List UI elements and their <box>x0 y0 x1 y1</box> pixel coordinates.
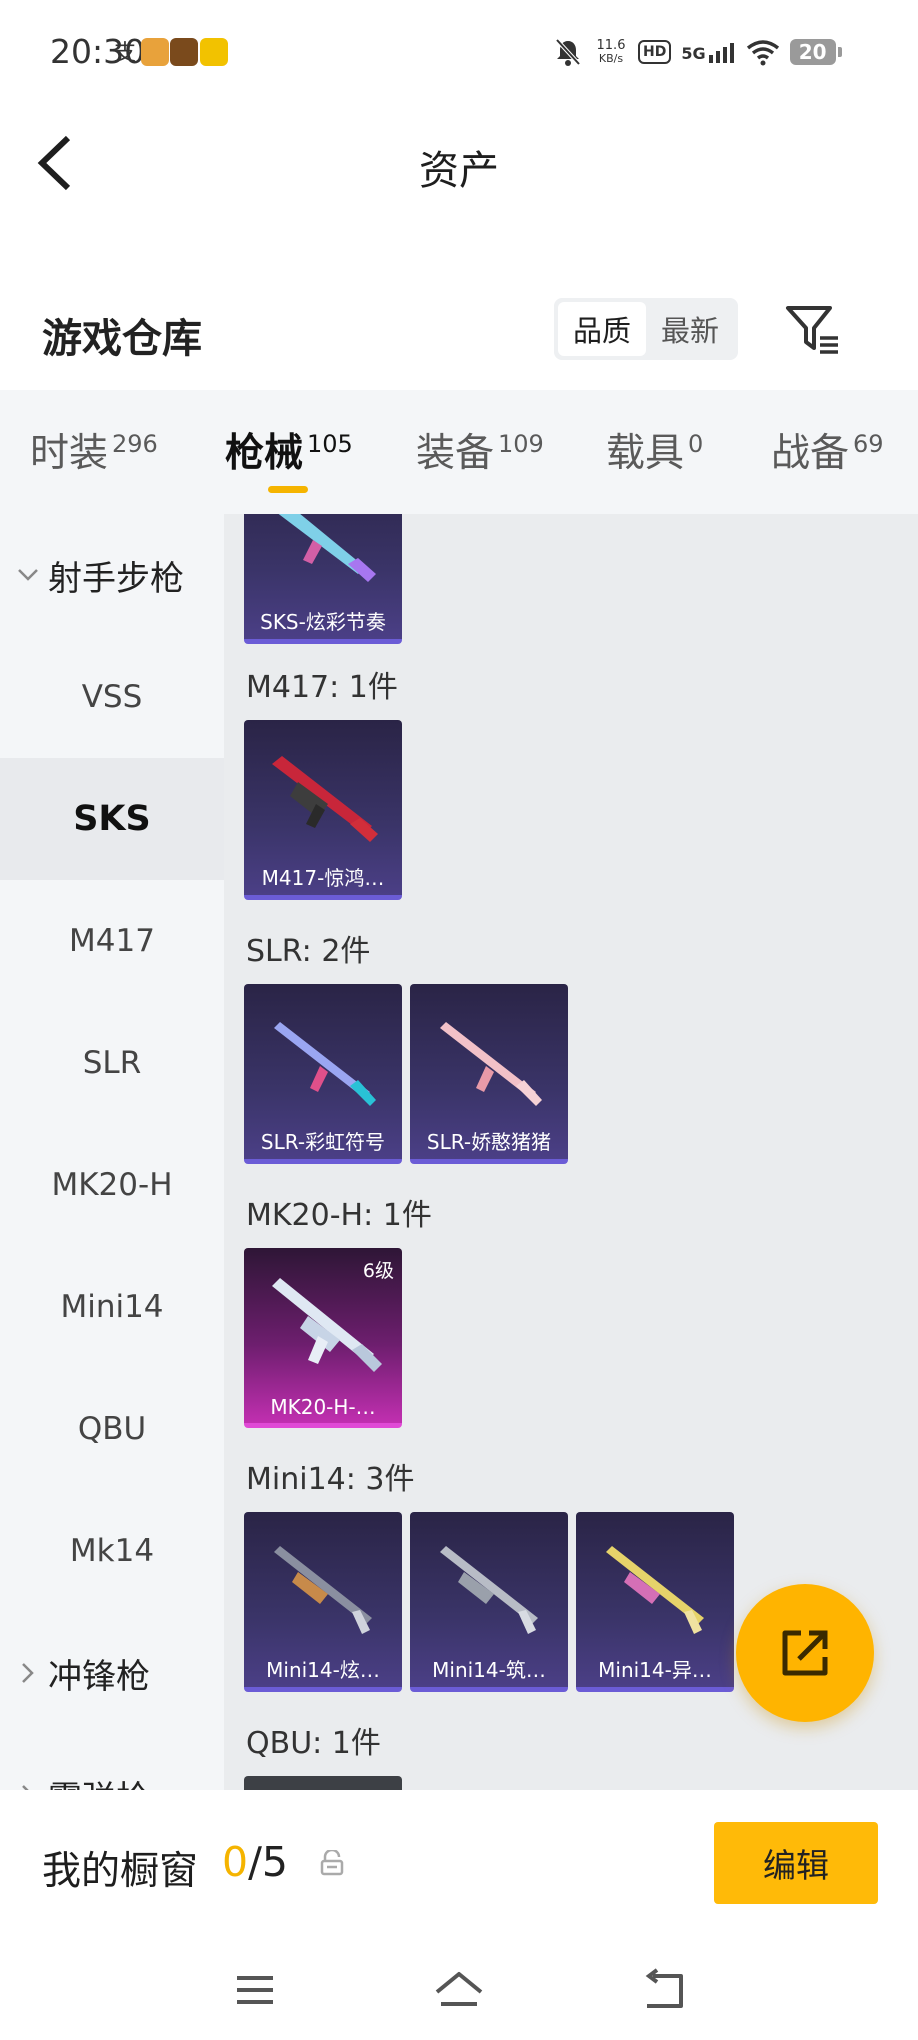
rifle-image <box>274 1022 376 1106</box>
menu-icon[interactable] <box>227 1962 283 2018</box>
app-notification-icon-2 <box>170 38 198 66</box>
tab-battle-gear[interactable]: 战备 69 <box>771 422 884 478</box>
hd-badge: HD <box>638 40 672 64</box>
filter-button[interactable] <box>784 302 840 358</box>
back-nav-icon[interactable] <box>637 1962 693 2018</box>
app-notification-icon-1 <box>141 38 169 66</box>
sidebar-item-mk14[interactable]: Mk14 <box>0 1490 224 1612</box>
sidebar-item-slr[interactable]: SLR <box>0 1002 224 1124</box>
skin-card[interactable]: Mini14-筑… <box>410 1512 568 1692</box>
active-tab-indicator <box>268 486 308 493</box>
page-title: 资产 <box>419 148 499 194</box>
tab-equipment[interactable]: 装备 109 <box>416 422 544 478</box>
lock-icon <box>320 1850 344 1876</box>
tab-costume[interactable]: 时装 296 <box>30 422 158 478</box>
tab-firearms[interactable]: 枪械 105 <box>225 422 353 478</box>
category-tabs: 时装 296 枪械 105 装备 109 载具 0 战备 69 <box>0 390 918 514</box>
warehouse-title: 游戏仓库 <box>42 316 202 362</box>
sidebar-item-mk20h[interactable]: MK20-H <box>0 1124 224 1246</box>
status-bar: 20:30 支 11.6 KB/s HD 5G 20 <box>0 0 918 104</box>
skin-card[interactable]: Mini14-异… <box>576 1512 734 1692</box>
sidebar-group-shotgun[interactable]: 霰弹枪 <box>16 1734 150 1790</box>
svg-text:支: 支 <box>114 41 136 66</box>
filter-icon <box>786 306 838 354</box>
share-button[interactable] <box>736 1584 874 1722</box>
sidebar-item-m417[interactable]: M417 <box>0 880 224 1002</box>
wifi-icon <box>746 40 779 66</box>
chevron-right-icon <box>16 1661 40 1685</box>
rifle-image <box>272 1278 382 1372</box>
skin-card[interactable]: SKS-炫彩节奏 <box>244 514 402 644</box>
section-label-slr: SLR: 2件 <box>246 934 371 969</box>
status-right: 11.6 KB/s HD 5G 20 <box>552 32 842 72</box>
skin-card[interactable]: Mini14-炫… <box>244 1512 402 1692</box>
rifle-image <box>440 1022 542 1106</box>
mute-bell-icon <box>555 38 581 66</box>
rifle-image <box>278 514 376 582</box>
showcase-label: 我的橱窗 <box>42 1849 199 1894</box>
sort-toggle: 品质 最新 <box>554 298 738 360</box>
share-icon <box>782 1630 828 1676</box>
skin-card[interactable] <box>244 1776 402 1790</box>
showcase-count: 0/5 <box>222 1838 288 1886</box>
sidebar-item-qbu[interactable]: QBU <box>0 1368 224 1490</box>
sort-quality-option[interactable]: 品质 <box>558 302 646 356</box>
chevron-right-icon <box>16 1783 40 1790</box>
home-icon[interactable] <box>431 1962 487 2018</box>
net-speed: 11.6 KB/s <box>596 38 626 65</box>
weapon-sidebar: 射手步枪 VSS SKS M417 SLR MK20-H Mini14 QBU … <box>0 514 224 1790</box>
section-label-m417: M417: 1件 <box>246 670 398 705</box>
section-label-mk20h: MK20-H: 1件 <box>246 1198 432 1233</box>
tab-vehicles[interactable]: 载具 0 <box>606 422 703 478</box>
skin-card[interactable]: M417-惊鸿… <box>244 720 402 900</box>
section-label-qbu: QBU: 1件 <box>246 1726 381 1761</box>
rifle-image <box>274 1546 372 1634</box>
sidebar-item-mini14[interactable]: Mini14 <box>0 1246 224 1368</box>
section-label-mini14: Mini14: 3件 <box>246 1462 415 1497</box>
rifle-image <box>272 756 378 842</box>
sidebar-group-marksman-rifles[interactable]: 射手步枪 <box>16 514 184 636</box>
system-nav-bar <box>0 1940 918 2040</box>
skin-card[interactable]: 6级 MK20-H-… <box>244 1248 402 1428</box>
rifle-image <box>440 1546 538 1634</box>
sidebar-item-sks[interactable]: SKS <box>0 758 224 880</box>
skin-card[interactable]: SLR-彩虹符号 <box>244 984 402 1164</box>
app-notification-icon-3 <box>200 38 228 66</box>
sidebar-item-vss[interactable]: VSS <box>0 636 224 758</box>
showcase-bar: 我的橱窗 0/5 编辑 <box>0 1790 918 1940</box>
edit-button[interactable]: 编辑 <box>714 1822 878 1904</box>
chevron-down-icon <box>16 563 40 587</box>
signal-icon: 5G <box>681 41 735 63</box>
rifle-image <box>606 1546 704 1634</box>
sidebar-group-smg[interactable]: 冲锋枪 <box>16 1612 150 1734</box>
battery-icon: 20 <box>789 39 842 65</box>
alipay-notification-icon: 支 <box>112 38 136 66</box>
sort-newest-option[interactable]: 最新 <box>646 302 734 356</box>
skin-card[interactable]: SLR-娇憨猪猪 <box>410 984 568 1164</box>
